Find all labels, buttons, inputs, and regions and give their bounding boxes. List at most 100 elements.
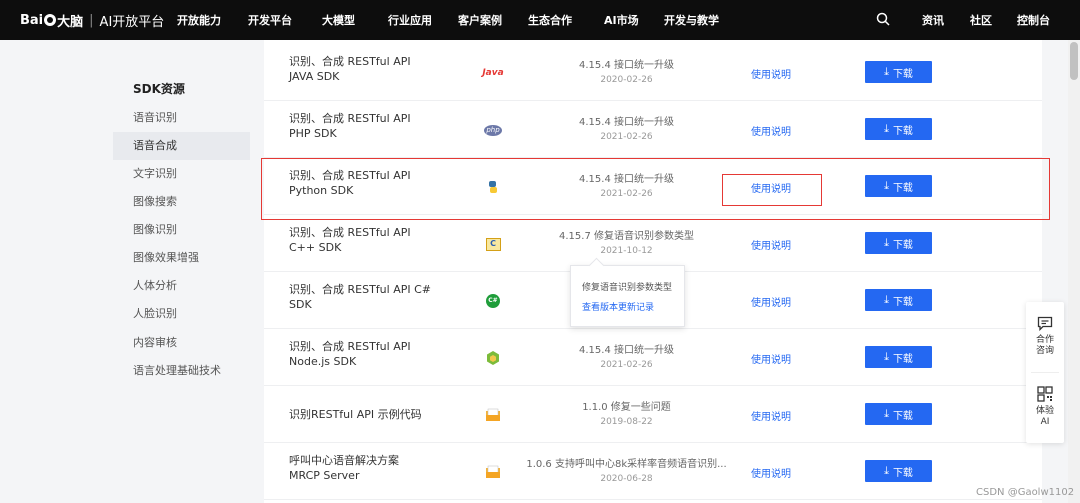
version-date: 2021-02-26 — [600, 360, 653, 370]
download-label: 下载 — [892, 68, 913, 80]
php-icon-text: php — [484, 124, 502, 136]
sdk-name-line2: JAVA SDK — [289, 70, 340, 83]
usage-doc-link[interactable]: 使用说明 — [751, 123, 791, 138]
table-row: 识别、合成 RESTful API C++ SDK C 4.15.7 修复语音识… — [264, 216, 1042, 272]
sdk-name-line1: 识别、合成 RESTful API — [289, 112, 411, 125]
sidebar-item-content-review[interactable]: 内容审核 — [113, 329, 250, 357]
logo-separator: | — [89, 12, 94, 28]
nav-item-large-model[interactable]: 大模型 — [322, 12, 355, 28]
nav-item-ai-market[interactable]: AI市场 — [604, 12, 639, 28]
version-date: 2020-02-26 — [600, 75, 653, 85]
platform-name: AI开放平台 — [99, 14, 165, 30]
nav-item-open-capabilities[interactable]: 开放能力 — [177, 12, 221, 28]
sidebar-item-face-recognition[interactable]: 人脸识别 — [113, 300, 250, 328]
scrollbar-thumb[interactable] — [1070, 42, 1078, 80]
sdk-name: 识别、合成 RESTful API C# SDK — [289, 282, 469, 312]
sdk-name-line2: Node.js SDK — [289, 355, 357, 368]
logo-text: Bai — [20, 12, 44, 28]
table-row: 识别、合成 RESTful API JAVA SDK Java 4.15.4 接… — [264, 45, 1042, 101]
version-tooltip: 修复语音识别参数类型 查看版本更新记录 — [570, 265, 685, 327]
download-icon: ⤓ — [884, 236, 889, 249]
sdk-name-line1: 识别、合成 RESTful API C# — [289, 283, 431, 296]
usage-doc-link[interactable]: 使用说明 — [751, 408, 791, 423]
paw-icon — [44, 14, 57, 26]
csharp-icon: C# — [484, 292, 502, 310]
sdk-name-line2: MRCP Server — [289, 469, 360, 482]
version-date: 2021-10-12 — [600, 246, 653, 256]
consult-label-line2: 咨询 — [1035, 346, 1054, 356]
sidebar-item-body-analysis[interactable]: 人体分析 — [113, 272, 250, 300]
qr-code-icon — [1037, 386, 1053, 402]
nav-item-dev-teaching[interactable]: 开发与教学 — [664, 12, 719, 28]
download-button[interactable]: ⤓ 下载 — [865, 346, 932, 368]
sidebar-item-speech-synthesis[interactable]: 语音合成 — [113, 132, 250, 160]
sidebar-item-image-enhance[interactable]: 图像效果增强 — [113, 244, 250, 272]
sdk-name-line1: 识别、合成 RESTful API — [289, 55, 411, 68]
download-button[interactable]: ⤓ 下载 — [865, 232, 932, 254]
download-button[interactable]: ⤓ 下载 — [865, 61, 932, 83]
csharp-icon-text: C# — [486, 294, 500, 308]
sdk-name: 识别、合成 RESTful API Node.js SDK — [289, 339, 469, 369]
download-button[interactable]: ⤓ 下载 — [865, 403, 932, 425]
download-button[interactable]: ⤓ 下载 — [865, 289, 932, 311]
nav-item-ecosystem[interactable]: 生态合作 — [528, 12, 572, 28]
sdk-name: 识别RESTful API 示例代码 — [289, 407, 469, 422]
sdk-name-line1: 识别、合成 RESTful API — [289, 226, 411, 239]
server-file-icon — [484, 463, 502, 481]
sidebar-item-speech-recognition[interactable]: 语音识别 — [113, 104, 250, 132]
nav-item-dev-platform[interactable]: 开发平台 — [248, 12, 292, 28]
usage-doc-link[interactable]: 使用说明 — [751, 351, 791, 366]
search-icon[interactable] — [876, 12, 890, 26]
try-ai-button[interactable]: 体验 AI — [1026, 386, 1064, 428]
version-history-link[interactable]: 查看版本更新记录 — [582, 300, 654, 313]
nav-community[interactable]: 社区 — [970, 12, 992, 28]
table-row: 识别、合成 RESTful API PHP SDK php 4.15.4 接口统… — [264, 102, 1042, 158]
table-row: 呼叫中心语音解决方案 MRCP Server 1.0.6 支持呼叫中心8k采样率… — [264, 444, 1042, 500]
page-scrollbar[interactable] — [1068, 40, 1080, 503]
cpp-icon-text: C — [485, 237, 501, 251]
nav-console[interactable]: 控制台 — [1017, 12, 1050, 28]
try-ai-label-line2: AI — [1040, 417, 1050, 427]
sdk-name-line1: 识别、合成 RESTful API — [289, 340, 411, 353]
download-icon: ⤓ — [884, 293, 889, 306]
tooltip-text: 修复语音识别参数类型 — [582, 283, 673, 293]
download-button[interactable]: ⤓ 下载 — [865, 118, 932, 140]
sdk-name-line2: SDK — [289, 298, 312, 311]
sdk-name-line2: PHP SDK — [289, 127, 337, 140]
nav-news[interactable]: 资讯 — [922, 12, 944, 28]
version-text: 4.15.4 接口统一升级 — [579, 345, 674, 356]
version-text: 4.15.7 修复语音识别参数类型 — [559, 231, 694, 242]
usage-doc-link[interactable]: 使用说明 — [751, 294, 791, 309]
usage-doc-link[interactable]: 使用说明 — [751, 237, 791, 252]
nav-item-industry[interactable]: 行业应用 — [388, 12, 432, 28]
java-icon-text: Java — [482, 68, 504, 78]
usage-doc-link[interactable]: 使用说明 — [751, 465, 791, 480]
download-label: 下载 — [892, 410, 913, 422]
download-button[interactable]: ⤓ 下载 — [865, 460, 932, 482]
consult-label-line1: 合作 — [1035, 335, 1054, 345]
logo-suffix: 大脑 — [57, 14, 84, 30]
nav-item-cases[interactable]: 客户案例 — [458, 12, 502, 28]
version-text: 4.15.4 接口统一升级 — [579, 117, 674, 128]
download-label: 下载 — [892, 296, 913, 308]
baidu-ai-logo[interactable]: Bai 大脑 | AI开放平台 — [20, 10, 164, 30]
code-file-icon — [484, 406, 502, 424]
sdk-name: 识别、合成 RESTful API PHP SDK — [289, 111, 469, 141]
float-divider — [1031, 372, 1059, 373]
nodejs-icon — [484, 349, 502, 367]
sdk-name-line1: 识别RESTful API 示例代码 — [289, 408, 422, 421]
version-text: 1.0.6 支持呼叫中心8k采样率音频语音识别... — [526, 459, 727, 470]
sidebar-item-image-recognition[interactable]: 图像识别 — [113, 216, 250, 244]
sdk-name: 呼叫中心语音解决方案 MRCP Server — [289, 453, 469, 483]
download-icon: ⤓ — [884, 65, 889, 78]
cpp-icon: C — [484, 235, 502, 253]
download-icon: ⤓ — [884, 407, 889, 420]
sidebar-item-nlp-basic[interactable]: 语言处理基础技术 — [113, 357, 250, 385]
version-date: 2020-06-28 — [600, 474, 653, 484]
table-row: 识别RESTful API 示例代码 1.1.0 修复一些问题 2019-08-… — [264, 387, 1042, 443]
consult-button[interactable]: 合作 咨询 — [1026, 316, 1064, 357]
usage-doc-link[interactable]: 使用说明 — [751, 66, 791, 81]
sidebar-item-image-search[interactable]: 图像搜索 — [113, 188, 250, 216]
floating-panel: 合作 咨询 体验 AI — [1026, 302, 1064, 443]
sidebar-item-ocr[interactable]: 文字识别 — [113, 160, 250, 188]
